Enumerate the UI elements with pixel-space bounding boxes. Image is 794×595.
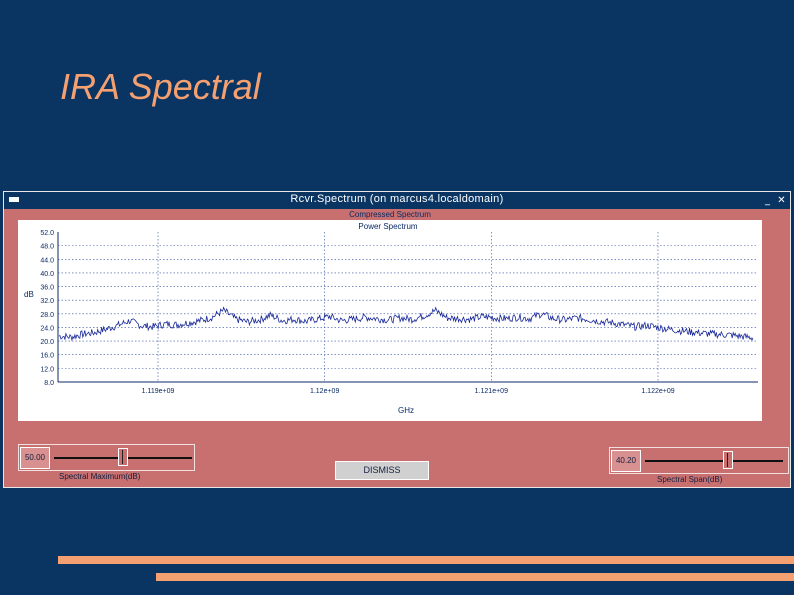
y-tick-label: 12.0 [40,366,54,373]
y-axis-label: dB [24,290,34,299]
y-tick-label: 24.0 [40,325,54,332]
spectral-span-label: Spectral Span(dB) [657,475,723,484]
spectral-span-slider-thumb[interactable] [722,451,733,469]
y-tick-label: 48.0 [40,244,54,251]
window-title: Rcvr.Spectrum (on marcus4.localdomain) [290,193,504,205]
minimize-icon[interactable]: _ [762,195,773,206]
power-spectrum-plot: Power Spectrum dB GHz 52.0 48.0 44.0 40.0 36… [18,220,762,421]
y-tick-label: 16.0 [40,353,54,360]
spectral-max-slider-thumb[interactable] [118,448,128,466]
window-titlebar[interactable]: Rcvr.Spectrum (on marcus4.localdomain) _… [4,192,790,209]
close-icon[interactable]: ✕ [776,195,787,206]
y-tick-label: 32.0 [40,298,54,305]
spectral-max-control: 50.00 [18,444,195,471]
x-tick-label: 1.121e+09 [475,388,508,395]
y-tick-label: 8.0 [44,380,54,387]
spectral-max-value[interactable]: 50.00 [20,447,50,469]
decorative-bar-lower [156,573,794,581]
compressed-spectrum-label: Compressed Spectrum [349,210,431,219]
y-tick-label: 20.0 [40,339,54,346]
y-tick-label: 44.0 [40,257,54,264]
spectrum-series-line [58,306,754,342]
x-axis-label: GHz [398,406,414,415]
slide-title: IRA Spectral [60,66,261,107]
x-tick-label: 1.119e+09 [142,388,175,395]
spectral-span-slider-track[interactable] [645,460,783,462]
dismiss-button[interactable]: DISMISS [335,461,429,480]
decorative-bar-upper [58,556,794,564]
rcvr-spectrum-window: Rcvr.Spectrum (on marcus4.localdomain) _… [3,191,791,488]
y-tick-label: 36.0 [40,285,54,292]
y-tick-label: 28.0 [40,312,54,319]
spectral-span-value[interactable]: 40.20 [611,450,641,472]
spectral-span-control: 40.20 [609,447,789,474]
chart-title: Power Spectrum [358,222,417,231]
x-tick-label: 1.122e+09 [641,388,674,395]
y-tick-label: 52.0 [40,230,54,237]
x-tick-label: 1.12e+09 [310,388,339,395]
spectral-max-label: Spectral Maximum(dB) [59,472,141,481]
power-spectrum-chart: Power Spectrum dB GHz 52.0 48.0 44.0 40.0 36… [24,222,758,415]
y-tick-label: 40.0 [40,271,54,278]
